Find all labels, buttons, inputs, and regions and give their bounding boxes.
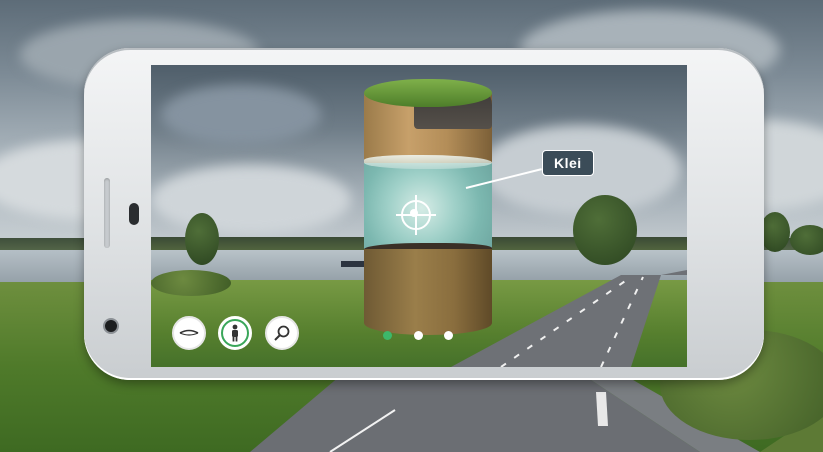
layer-label[interactable]: Klei: [542, 150, 594, 176]
page-indicator: [383, 331, 463, 341]
page-dot-1[interactable]: [383, 331, 392, 340]
person-icon: [232, 324, 238, 342]
clay-layer-edge: [364, 155, 492, 169]
page-dot-2[interactable]: [414, 331, 423, 340]
page-dot-3[interactable]: [444, 331, 453, 340]
grass-top: [364, 79, 492, 107]
horizon-icon: [179, 329, 199, 336]
search-button[interactable]: [265, 316, 299, 350]
horizon-view-button[interactable]: [172, 316, 206, 350]
sand-layer: [364, 249, 492, 335]
front-camera-icon: [103, 318, 119, 334]
crosshair-center: [410, 209, 418, 217]
ar-camera-view[interactable]: Klei: [151, 65, 687, 367]
tree: [760, 212, 790, 252]
smartphone: Klei: [84, 48, 764, 380]
person-view-button[interactable]: [218, 316, 252, 350]
phone-speaker: [104, 178, 110, 248]
phone-sensor: [129, 203, 139, 225]
magnifier-icon: [274, 325, 290, 341]
tree: [790, 225, 823, 255]
